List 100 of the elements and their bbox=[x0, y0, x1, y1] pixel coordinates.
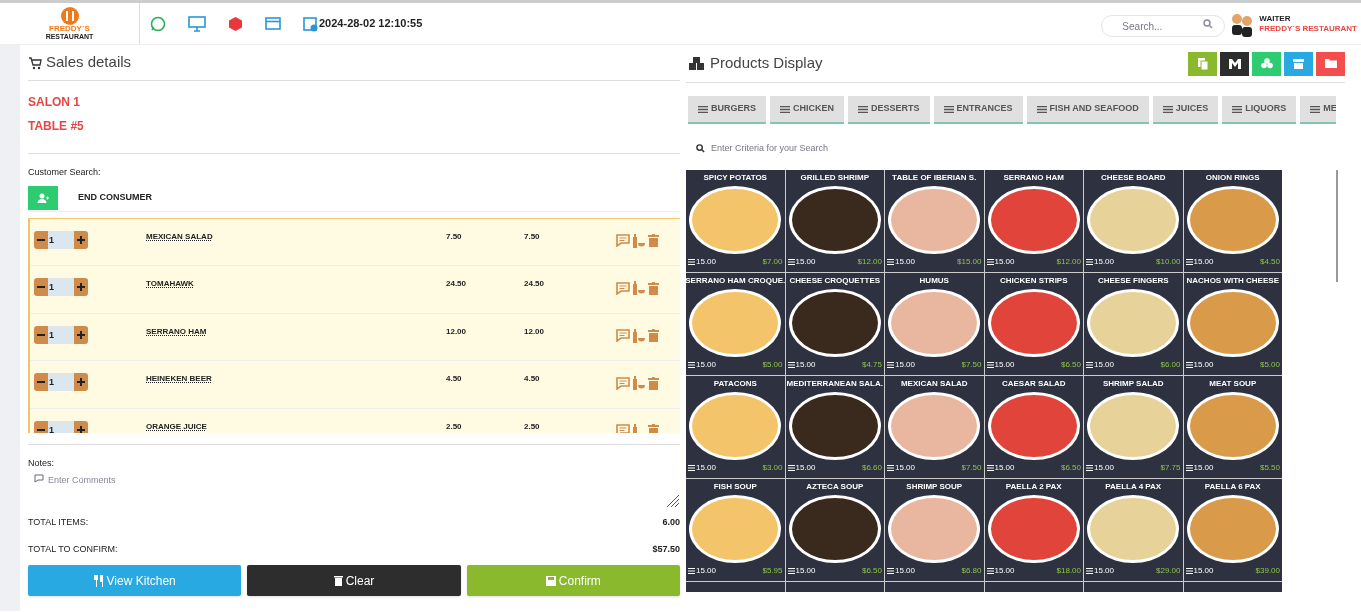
product-price: $7.00 bbox=[762, 255, 783, 268]
bottle-bowl-icon[interactable] bbox=[632, 233, 646, 248]
product-name: CAESAR SALAD bbox=[1001, 377, 1066, 390]
comment-icon[interactable] bbox=[616, 329, 630, 342]
product-card[interactable]: SHRIMP SALAD 15.00 $7.75 bbox=[1084, 375, 1183, 478]
plus-button[interactable] bbox=[74, 325, 88, 344]
product-name: MEXICAN SALAD bbox=[146, 230, 214, 243]
product-card[interactable]: FISH SOUP 15.00 $5.95 bbox=[686, 478, 785, 581]
add-customer-button[interactable] bbox=[28, 186, 58, 210]
cube-icon[interactable] bbox=[228, 15, 243, 32]
bottle-bowl-icon[interactable] bbox=[632, 376, 646, 390]
product-card[interactable]: AZTECA SOUP 15.00 $6.50 bbox=[785, 478, 884, 581]
product-search-field[interactable]: Enter Criteria for your Search bbox=[711, 142, 1011, 156]
monitor-icon[interactable] bbox=[188, 15, 206, 32]
product-card[interactable]: HUMUS 15.00 $7.50 bbox=[885, 272, 984, 375]
category-tab[interactable]: FISH AND SEAFOOD bbox=[1026, 96, 1149, 124]
plus-icon bbox=[77, 283, 85, 291]
product-card[interactable]: CHICKEN STRIPS 15.00 $6.50 bbox=[984, 272, 1083, 375]
user-role: WAITER bbox=[1259, 13, 1292, 24]
product-card[interactable]: MEDITERRANEAN SALA. 15.00 $6.60 bbox=[785, 375, 884, 478]
product-name: MEDITERRANEAN SALA. bbox=[786, 377, 883, 390]
product-card[interactable]: PAELLA 4 PAX 15.00 $29.00 bbox=[1084, 478, 1183, 581]
category-tab[interactable]: ME bbox=[1300, 96, 1336, 124]
list-icon bbox=[887, 258, 894, 265]
product-card[interactable]: TABLE OF IBERIAN S. 15.00 $15.00 bbox=[885, 169, 984, 272]
panel-title: Products Display bbox=[710, 53, 823, 74]
product-card[interactable]: PAELLA 6 PAX 15.00 $39.00 bbox=[1183, 478, 1282, 581]
product-name: NACHOS WITH CHEESE bbox=[1186, 274, 1279, 287]
category-tab[interactable]: JUICES bbox=[1152, 96, 1219, 124]
trash-icon[interactable] bbox=[648, 234, 659, 247]
plus-button[interactable] bbox=[74, 373, 88, 391]
product-card[interactable]: NACHOS WITH CHEESE 15.00 $5.00 bbox=[1183, 272, 1282, 375]
product-card[interactable]: CHEESE CROQUETTES 15.00 $4.75 bbox=[785, 272, 884, 375]
trash-icon[interactable] bbox=[648, 281, 659, 295]
cubes-icon bbox=[1260, 58, 1273, 69]
quantity-field[interactable]: 1 bbox=[48, 373, 74, 391]
category-tab[interactable]: CHICKEN bbox=[770, 96, 845, 124]
minus-button[interactable] bbox=[34, 373, 48, 391]
category-tab[interactable]: BURGERS bbox=[688, 96, 766, 124]
category-tab[interactable]: ENTRANCES bbox=[933, 96, 1023, 124]
product-card[interactable]: MEXICAN SALAD 15.00 $7.50 bbox=[885, 375, 984, 478]
list-icon bbox=[688, 464, 695, 471]
chat-icon[interactable] bbox=[150, 15, 166, 32]
product-card[interactable]: SERRANO HAM CROQUE. 15.00 $5.00 bbox=[686, 272, 785, 375]
notes-field[interactable]: Enter Comments bbox=[48, 474, 348, 488]
product-price: $6.60 bbox=[861, 461, 882, 474]
product-card[interactable]: SPICY POTATOS 15.00 $7.00 bbox=[686, 169, 785, 272]
minus-icon bbox=[37, 238, 45, 241]
quantity-field[interactable]: 1 bbox=[48, 325, 74, 344]
category-tab[interactable]: LIQUORS bbox=[1222, 96, 1297, 124]
product-card[interactable]: MEAT SOUP 15.00 $5.50 bbox=[1183, 375, 1282, 478]
user-plus-icon bbox=[37, 193, 49, 203]
plus-button[interactable] bbox=[74, 230, 88, 249]
resize-handle-icon[interactable] bbox=[666, 494, 680, 508]
toolbar-button[interactable] bbox=[1220, 51, 1249, 76]
comment-icon[interactable] bbox=[616, 281, 630, 295]
category-tab[interactable]: DESSERTS bbox=[848, 96, 930, 124]
product-card[interactable]: CHEESE BOARD 15.00 $10.00 bbox=[1084, 169, 1183, 272]
product-card[interactable]: CAESAR SALAD 15.00 $6.50 bbox=[984, 375, 1083, 478]
product-card[interactable]: CHEESE FINGERS 15.00 $6.00 bbox=[1084, 272, 1183, 375]
card-icon[interactable] bbox=[265, 17, 281, 30]
product-card[interactable]: PAELLA 2 PAX 15.00 $18.00 bbox=[984, 478, 1083, 581]
list-icon bbox=[787, 464, 795, 471]
minus-button[interactable] bbox=[34, 230, 48, 249]
plus-button[interactable] bbox=[74, 278, 88, 296]
product-price: $7.50 bbox=[961, 358, 982, 371]
clear-button[interactable]: Clear bbox=[247, 565, 461, 596]
stock-count: 15.00 bbox=[994, 564, 1015, 577]
line-total: 12.00 bbox=[524, 325, 546, 338]
bottle-bowl-icon[interactable] bbox=[632, 328, 646, 343]
stock-count: 15.00 bbox=[696, 564, 717, 577]
quantity-field[interactable]: 1 bbox=[48, 278, 74, 296]
minus-button[interactable] bbox=[34, 325, 48, 344]
minus-button[interactable] bbox=[34, 420, 48, 433]
stock-count: 15.00 bbox=[795, 358, 816, 371]
trash-icon[interactable] bbox=[648, 329, 659, 342]
search-icon bbox=[1203, 18, 1214, 29]
quantity-field[interactable]: 1 bbox=[48, 420, 74, 433]
scrollbar[interactable] bbox=[1336, 169, 1338, 282]
trash-icon[interactable] bbox=[648, 376, 659, 390]
comment-icon[interactable] bbox=[616, 234, 630, 247]
quantity-field[interactable]: 1 bbox=[48, 230, 74, 249]
comment-icon[interactable] bbox=[616, 376, 630, 390]
list-icon bbox=[698, 105, 708, 113]
minus-icon bbox=[37, 428, 45, 431]
product-card[interactable]: ONION RINGS 15.00 $4.50 bbox=[1183, 169, 1282, 272]
product-price: $6.50 bbox=[1060, 358, 1081, 371]
bottle-bowl-icon[interactable] bbox=[632, 281, 646, 295]
stock-count: 15.00 bbox=[795, 564, 816, 577]
minus-button[interactable] bbox=[34, 278, 48, 296]
product-price: $10.00 bbox=[1156, 255, 1181, 268]
product-name: SHRIMP SALAD bbox=[1102, 377, 1164, 390]
product-card[interactable]: SERRANO HAM 15.00 $12.00 bbox=[984, 169, 1083, 272]
product-price: $12.00 bbox=[1056, 255, 1081, 268]
product-card[interactable]: GRILLED SHRIMP 15.00 $12.00 bbox=[785, 169, 884, 272]
list-icon bbox=[688, 258, 695, 265]
plus-button[interactable] bbox=[74, 420, 88, 433]
product-card[interactable]: PATACONS 15.00 $3.00 bbox=[686, 375, 785, 478]
search-field[interactable]: Search... bbox=[1101, 15, 1226, 37]
product-card[interactable]: SHRIMP SOUP 15.00 $6.80 bbox=[885, 478, 984, 581]
